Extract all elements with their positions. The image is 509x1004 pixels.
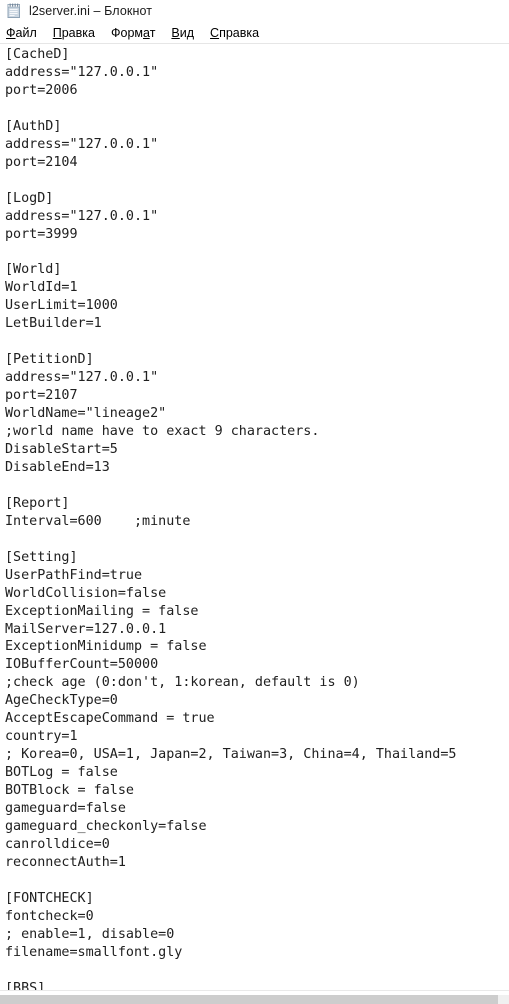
window-title: l2server.ini – Блокнот [29, 4, 153, 18]
ini-file-content[interactable]: [CacheD] address="127.0.0.1" port=2006 [… [5, 46, 509, 998]
title-bar: l2server.ini – Блокнот [0, 0, 509, 22]
menu-item-file[interactable]: Файл [6, 26, 37, 40]
notepad-window: l2server.ini – Блокнот Файл Правка Форма… [0, 0, 509, 1004]
menu-bar: Файл Правка Формат Вид Справка [0, 22, 509, 43]
notepad-icon [7, 3, 20, 18]
menu-item-edit[interactable]: Правка [53, 26, 95, 40]
horizontal-scrollbar[interactable] [0, 990, 509, 1004]
menu-item-help[interactable]: Справка [210, 26, 259, 40]
menu-item-view[interactable]: Вид [171, 26, 194, 40]
menu-item-format[interactable]: Формат [111, 26, 155, 40]
text-editing-area[interactable]: [CacheD] address="127.0.0.1" port=2006 [… [0, 44, 509, 1004]
scrollbar-thumb[interactable] [0, 995, 498, 1004]
